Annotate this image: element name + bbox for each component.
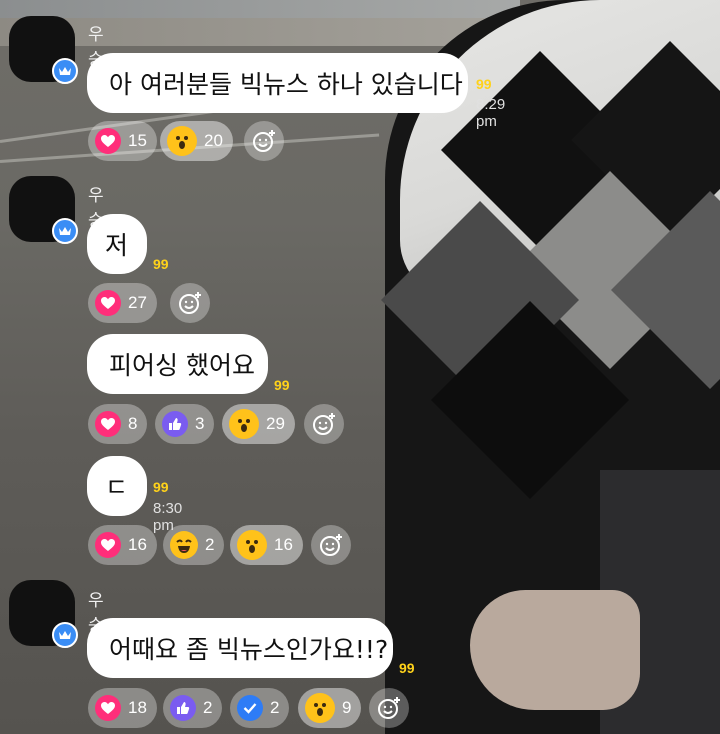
heart-icon [95,532,121,558]
heart-icon [95,411,121,437]
reaction-count: 8 [128,414,138,433]
reaction-heart[interactable]: 27 [88,283,157,323]
add-reaction-icon[interactable] [304,404,344,444]
reaction-count: 3 [195,414,205,433]
message-bubble[interactable]: 피어싱 했어요 [87,334,268,394]
message-time: 8:29 pm [476,96,506,130]
background-guardrail [0,18,520,46]
read-count: 99 [153,479,169,495]
message-bubble[interactable]: 어때요 좀 빅뉴스인가요!!? [87,618,393,678]
reaction-count: 18 [128,698,147,717]
reaction-thumbs-up[interactable]: 2 [163,688,223,728]
reaction-wow[interactable]: 9 [298,688,362,728]
wow-face-icon [305,693,335,723]
reaction-check[interactable]: 2 [230,688,290,728]
read-count: 99 [153,256,169,272]
add-reaction-icon[interactable] [311,525,351,565]
thumbs-up-icon [170,695,196,721]
read-count: 99 [274,377,290,393]
reaction-count: 9 [342,698,352,717]
add-reaction-icon[interactable] [244,121,284,161]
heart-icon [95,128,121,154]
reaction-wow[interactable]: 29 [222,404,295,444]
reaction-heart[interactable]: 16 [88,525,157,565]
check-icon [237,695,263,721]
add-reaction-icon[interactable] [369,688,409,728]
crown-icon [52,218,78,244]
message-bubble[interactable]: 아 여러분들 빅뉴스 하나 있습니다 [87,53,468,113]
reaction-laugh[interactable]: 2 [163,525,225,565]
crown-icon [52,622,78,648]
reaction-count: 16 [274,535,293,554]
wow-face-icon [229,409,259,439]
reaction-count: 2 [203,698,213,717]
read-count: 99 [399,660,415,676]
heart-icon [95,290,121,316]
message-bubble[interactable]: ㄷ [87,456,147,516]
thumbs-up-icon [162,411,188,437]
reaction-wow[interactable]: 20 [160,121,233,161]
reaction-count: 20 [204,131,223,150]
reaction-count: 29 [266,414,285,433]
reaction-count: 2 [270,698,280,717]
wow-face-icon [237,530,267,560]
reaction-heart[interactable]: 8 [88,404,148,444]
reaction-count: 16 [128,535,147,554]
hand-photo [470,590,640,710]
add-reaction-icon[interactable] [170,283,210,323]
read-count: 99 [476,76,492,92]
reaction-heart[interactable]: 18 [88,688,157,728]
reaction-count: 2 [205,535,215,554]
reaction-count: 15 [128,131,147,150]
crown-icon [52,58,78,84]
laugh-face-icon [170,531,198,559]
reaction-wow[interactable]: 16 [230,525,303,565]
heart-icon [95,695,121,721]
message-bubble[interactable]: 저 [87,214,147,274]
reaction-count: 27 [128,293,147,312]
wow-face-icon [167,126,197,156]
reaction-heart[interactable]: 15 [88,121,157,161]
reaction-thumbs-up[interactable]: 3 [155,404,215,444]
